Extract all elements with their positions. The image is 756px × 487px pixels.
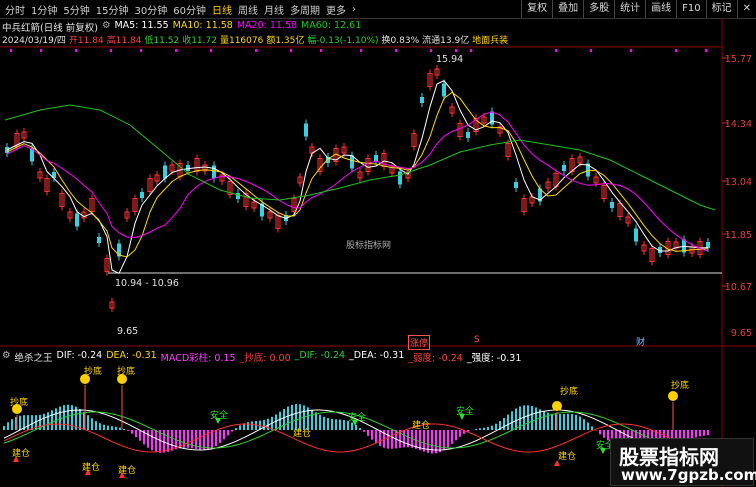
center-watermark: 股标指标网 bbox=[346, 241, 392, 251]
price-tick: 11.85 bbox=[724, 230, 752, 241]
site-watermark: 股票指标网 www.7gpzb.com bbox=[610, 438, 756, 486]
dea-value: DEA: -0.31 bbox=[106, 350, 157, 361]
price-tick: 15.77 bbox=[724, 54, 752, 65]
signal-jiancang: 建仓 bbox=[12, 449, 31, 459]
macd-value: MACD彩柱: 0.15 bbox=[160, 353, 236, 364]
indicator-name: 绝杀之王 bbox=[14, 353, 53, 364]
high-label: 15.94 bbox=[436, 54, 464, 65]
limit-up-tag[interactable]: 涨停 bbox=[408, 335, 431, 350]
finance-tag[interactable]: 财 bbox=[636, 335, 645, 348]
price-tick: 13.04 bbox=[724, 177, 752, 188]
signal-jiancang: 建仓 bbox=[293, 429, 312, 439]
qiangdu-value: _强度: -0.31 bbox=[466, 353, 522, 364]
signal-chaodi: 抄底 bbox=[560, 387, 579, 397]
signal-anquan: 安全 bbox=[210, 411, 229, 421]
ruodu-value: _弱度: -0.24 bbox=[408, 353, 463, 364]
dif2-value: _DIF: -0.24 bbox=[294, 350, 346, 361]
signal-chaodi: 抄底 bbox=[84, 367, 103, 377]
event-tag-s[interactable]: S bbox=[474, 335, 480, 345]
signal-jiancang: 建仓 bbox=[82, 463, 101, 473]
dif-value: DIF: -0.24 bbox=[56, 350, 103, 361]
indicator-legend: ⚙ 绝杀之王 DIF: -0.24 DEA: -0.31 MACD彩柱: 0.1… bbox=[2, 350, 522, 364]
price-tick: 9.65 bbox=[730, 328, 752, 339]
low-label: 9.65 bbox=[117, 326, 139, 337]
signal-jiancang: 建仓 bbox=[412, 421, 431, 431]
price-tick: 10.67 bbox=[724, 282, 752, 293]
signal-anquan: 安全 bbox=[348, 413, 367, 423]
range-label: 10.94 - 10.96 bbox=[115, 278, 179, 289]
price-tick: 14.34 bbox=[724, 119, 752, 130]
dea2-value: _DEA: -0.31 bbox=[349, 350, 405, 361]
signal-jiancang: 建仓 bbox=[558, 452, 577, 462]
signal-chaodi: 抄底 bbox=[671, 381, 690, 391]
settings-icon[interactable]: ⚙ bbox=[2, 350, 11, 362]
signal-jiancang: 建仓 bbox=[118, 466, 137, 476]
signal-anquan: 安全 bbox=[456, 407, 475, 417]
watermark-url: www.7gpzb.com bbox=[621, 466, 756, 484]
signal-chaodi: 抄底 bbox=[10, 398, 29, 408]
chaodi-value: _抄底: 0.00 bbox=[239, 353, 291, 364]
signal-chaodi: 抄底 bbox=[117, 367, 136, 377]
